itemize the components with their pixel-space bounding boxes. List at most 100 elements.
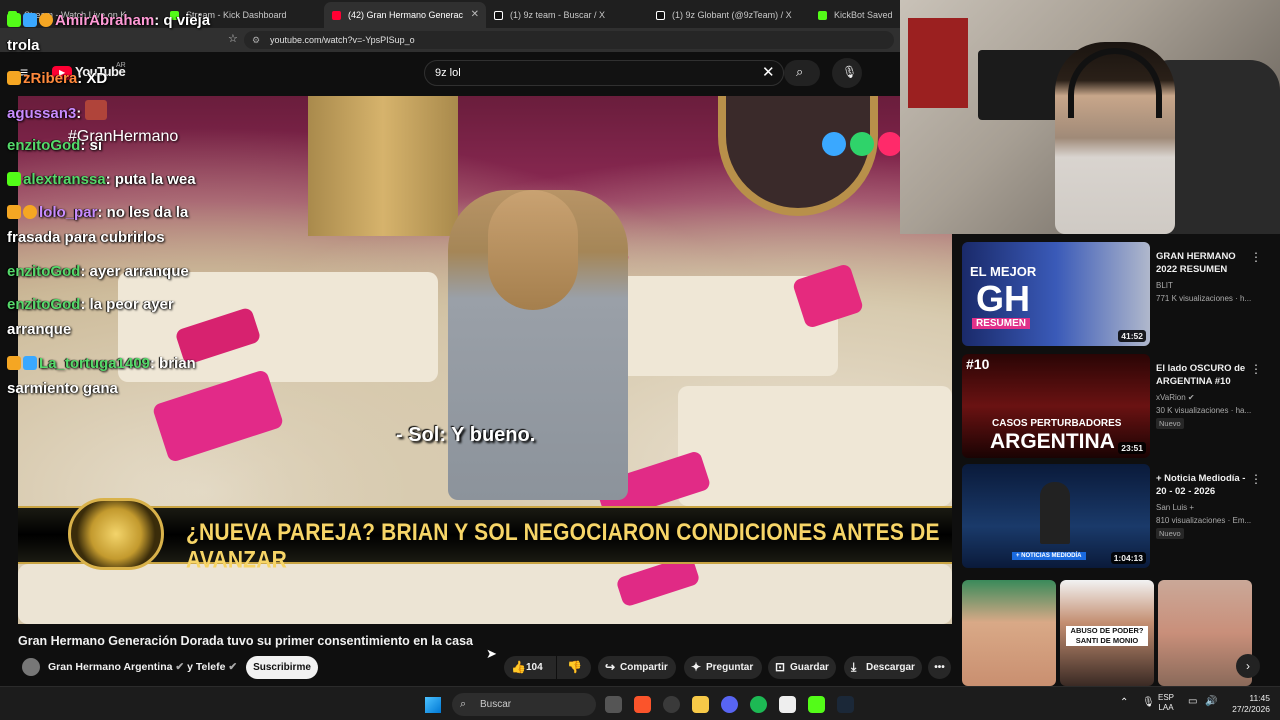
mic-icon: 🎙 — [842, 65, 858, 79]
crown-icon — [7, 356, 21, 370]
badge-icon — [23, 205, 37, 219]
dislike-button[interactable]: 👎 — [557, 656, 591, 679]
video-thumbnail[interactable]: + NOTICIAS MEDIODÍA 1:04:13 — [962, 464, 1150, 568]
video-thumbnail[interactable]: #10 CASOS PERTURBADORES ARGENTINA 23:51 — [962, 354, 1150, 458]
download-button[interactable]: ⤓ Descargar — [844, 656, 922, 679]
video-duration: 23:51 — [1118, 442, 1146, 454]
badge-icon — [7, 172, 21, 186]
new-badge: Nuevo — [1156, 528, 1184, 539]
ask-button[interactable]: ✦ Preguntar — [684, 656, 762, 679]
clear-search-icon[interactable]: ✕ — [762, 63, 775, 81]
short-thumbnail[interactable] — [962, 580, 1056, 686]
recommended-meta: 771 K visualizaciones · h... — [1156, 294, 1252, 303]
site-info-icon[interactable]: ⚙ — [252, 31, 260, 49]
thumbs-down-icon: 👎 — [567, 660, 582, 674]
recommended-video[interactable]: + NOTICIAS MEDIODÍA 1:04:13 + Noticia Me… — [962, 464, 1278, 568]
chat-message: agussan3: — [7, 100, 109, 126]
chat-message: enzitoGod: ayer arranque — [7, 263, 189, 280]
emote-icon — [85, 100, 108, 120]
windows-start-icon[interactable] — [425, 697, 441, 713]
video-thumbnail[interactable]: EL MEJOR GH RESUMEN 41:52 — [962, 242, 1150, 346]
thumbs-up-icon: 👍 — [511, 660, 526, 674]
discord-icon[interactable] — [721, 696, 738, 713]
verified-icon: ✔ — [175, 661, 185, 673]
lower-third-headline: ¿NUEVA PAREJA? BRIAN Y SOL NEGOCIARON CO… — [186, 519, 940, 574]
more-vert-icon[interactable]: ⋮ — [1250, 362, 1262, 376]
steam-icon[interactable] — [837, 696, 854, 713]
green-light — [850, 132, 874, 156]
badge-icon — [39, 13, 53, 27]
share-icon: ↪ — [605, 660, 616, 674]
video-title: Gran Hermano Generación Dorada tuvo su p… — [18, 634, 473, 648]
language-indicator[interactable]: ESP LAA — [1158, 693, 1174, 713]
recommended-channel[interactable]: xVaRion ✔ — [1156, 392, 1266, 403]
browser-tab-active[interactable]: (42) Gran Hermano Generac ✕ — [324, 2, 486, 28]
mic-tray-icon[interactable]: 🎙 — [1142, 697, 1155, 708]
crown-icon — [7, 205, 21, 219]
browser-tab[interactable]: (1) 9z Globant (@9zTeam) / X — [648, 2, 810, 28]
share-button[interactable]: ↪ Compartir — [598, 656, 676, 679]
network-icon[interactable]: ▭ — [1188, 696, 1197, 707]
browser-tab[interactable]: KickBot Saved Wi — [810, 2, 894, 28]
chat-message: lolo_par: no les da la frasada para cubri… — [7, 204, 189, 246]
folder-icon[interactable] — [692, 696, 709, 713]
save-button[interactable]: ⊡ Guardar — [768, 656, 836, 679]
browser-tab[interactable]: (1) 9z team - Buscar / X — [486, 2, 648, 28]
badge-icon — [23, 356, 37, 370]
more-vert-icon[interactable]: ⋮ — [1250, 250, 1262, 264]
recommended-title[interactable]: GRAN HERMANO 2022 RESUMEN — [1156, 250, 1252, 276]
streamer-webcam — [900, 0, 1280, 234]
capcut-icon[interactable] — [779, 696, 796, 713]
recommended-channel[interactable]: San Luis + — [1156, 502, 1266, 513]
subscribe-button[interactable]: Suscribirme — [246, 656, 318, 679]
more-actions-button[interactable]: ••• — [928, 656, 951, 679]
recommended-title[interactable]: + Noticia Mediodía - 20 - 02 - 2026 — [1156, 472, 1252, 498]
search-input[interactable]: 9z lol — [424, 60, 784, 86]
blue-light — [822, 132, 846, 156]
obs-icon[interactable] — [663, 696, 680, 713]
tray-chevron-icon[interactable]: ⌃ — [1120, 697, 1128, 708]
gran-hermano-eye-logo — [68, 498, 164, 570]
taskbar-clock[interactable]: 11:45 27/2/2026 — [1220, 693, 1270, 715]
recommended-channel[interactable]: BLIT — [1156, 280, 1266, 291]
short-thumbnail[interactable]: ABUSO DE PODER? SANTI DE MONIO — [1060, 580, 1154, 686]
recommended-video[interactable]: #10 CASOS PERTURBADORES ARGENTINA 23:51 … — [962, 354, 1278, 458]
shorts-next-button[interactable]: › — [1236, 654, 1260, 678]
x-icon — [494, 11, 503, 20]
new-badge: Nuevo — [1156, 418, 1184, 429]
wall-poster — [908, 18, 968, 108]
chat-message: enzitoGod: si — [7, 137, 103, 154]
task-view-icon[interactable] — [605, 696, 622, 713]
like-button[interactable]: 👍 104 — [504, 656, 556, 679]
bookmark-icon[interactable]: ☆ — [228, 32, 238, 45]
volume-icon[interactable]: 🔊 — [1205, 696, 1217, 707]
url-field[interactable]: ⚙ youtube.com/watch?v=-YpsPISup_o — [244, 31, 894, 49]
spotify-icon[interactable] — [750, 696, 767, 713]
taskbar-search[interactable]: ⌕ Buscar — [452, 693, 596, 716]
close-tab-icon[interactable]: ✕ — [471, 2, 479, 28]
bed — [678, 386, 952, 506]
channel-name[interactable]: Gran Hermano Argentina ✔ y Telefe ✔ — [48, 661, 237, 673]
voice-search-button[interactable]: 🎙 — [832, 58, 862, 88]
news-presenter — [1040, 482, 1070, 544]
x-icon — [656, 11, 665, 20]
windows-taskbar: ⌕ Buscar ⌃ 🎙 ESP LAA ▭ 🔊 11:45 27/2/2026 — [0, 686, 1280, 720]
channel-avatar[interactable] — [22, 658, 40, 676]
youtube-header: ≡ ▶ YouTube AR 9z lol ✕ ⌕ 🎙 — [0, 52, 952, 96]
brave-icon[interactable] — [634, 696, 651, 713]
recommended-video[interactable]: EL MEJOR GH RESUMEN 41:52 GRAN HERMANO 2… — [962, 242, 1278, 346]
chat-message: La_tortuga1409: brian sarmiento gana — [7, 355, 196, 397]
verified-icon: ✔ — [1187, 393, 1195, 402]
more-vert-icon[interactable]: ⋮ — [1250, 472, 1262, 486]
video-subtitle: - Sol: Y bueno. — [396, 424, 536, 446]
woman-head — [488, 190, 578, 310]
search-button[interactable]: ⌕ — [784, 60, 820, 86]
gold-wall-panel — [308, 96, 458, 236]
more-icon: ••• — [934, 662, 945, 673]
youtube-icon — [332, 11, 341, 20]
round-mirror — [718, 96, 878, 216]
recommended-title[interactable]: El lado OSCURO de ARGENTINA #10 — [1156, 362, 1252, 388]
recommended-meta: 810 visualizaciones · Em... — [1156, 516, 1252, 525]
chat-message: AmirAbraham: q vieja trola — [7, 12, 211, 54]
kick-icon[interactable] — [808, 696, 825, 713]
